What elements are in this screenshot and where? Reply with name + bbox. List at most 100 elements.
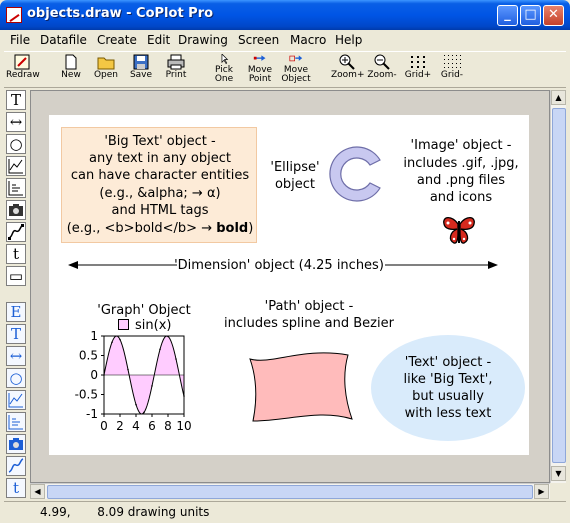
print-button[interactable]: Print xyxy=(161,53,191,87)
pick-one-button[interactable]: Pick One xyxy=(209,53,239,87)
path-label-line-2: includes spline and Bezier xyxy=(224,316,394,331)
edit-ellipse-tool[interactable]: ○ xyxy=(6,368,26,388)
scroll-right-button[interactable]: ▶ xyxy=(534,484,549,499)
edit-path-tool[interactable] xyxy=(6,456,26,476)
zoom-out-button[interactable]: Zoom- xyxy=(366,53,398,87)
redraw-button[interactable]: Redraw xyxy=(6,53,40,87)
graph-point xyxy=(175,358,177,360)
menu-datafile[interactable]: Datafile xyxy=(40,33,87,47)
redraw-icon xyxy=(14,54,30,70)
create-image-tool[interactable] xyxy=(6,200,26,220)
zoom-in-icon xyxy=(339,54,355,70)
open-button[interactable]: Open xyxy=(91,53,121,87)
graph-x-tick-label: 4 xyxy=(132,419,140,433)
graph-object[interactable]: 10.50-0.5-10 2 4 6 8 10 xyxy=(49,320,209,440)
create-path-tool[interactable] xyxy=(6,222,26,242)
ellipse-object[interactable] xyxy=(327,143,389,205)
edit-table-tool[interactable] xyxy=(6,412,26,432)
image-label-line-2: includes .gif, .jpg, xyxy=(403,156,519,171)
redraw-label: Redraw xyxy=(6,70,40,80)
drawing-canvas[interactable]: 'Big Text' object - any text in any obje… xyxy=(30,90,550,483)
edit-big-text-tool[interactable]: T xyxy=(6,324,26,344)
title-bar[interactable]: objects.draw - CoPlot Pro _ □ ✕ xyxy=(0,0,570,30)
menu-macro[interactable]: Macro xyxy=(290,33,326,47)
rectangle-tool-icon: ▭ xyxy=(8,267,24,285)
create-ellipse-tool[interactable]: ○ xyxy=(6,134,26,154)
grid-plus-button[interactable]: Grid+ xyxy=(403,53,433,87)
graph-tool-icon xyxy=(8,159,23,174)
close-button[interactable]: ✕ xyxy=(543,5,564,26)
create-dimension-tool[interactable]: ↔ xyxy=(6,112,26,132)
minimize-button[interactable]: _ xyxy=(497,5,518,26)
arrow-down-icon: ▼ xyxy=(555,469,562,478)
open-label: Open xyxy=(93,70,119,80)
dimension-label: 'Dimension' object (4.25 inches) xyxy=(174,258,384,273)
drawing-app-icon xyxy=(6,7,22,23)
create-rectangle-tool[interactable]: ▭ xyxy=(6,266,26,286)
graph-point xyxy=(127,368,129,371)
scroll-up-button[interactable]: ▲ xyxy=(551,90,566,105)
path-object[interactable] xyxy=(247,351,357,423)
create-table-tool[interactable] xyxy=(6,178,26,198)
status-bar: 4.99, 8.09 drawing units xyxy=(4,501,566,521)
edit-dimension-tool[interactable]: ↔ xyxy=(6,346,26,366)
text-label-line-3: but usually xyxy=(412,389,484,404)
new-label: New xyxy=(61,70,81,80)
big-text-line-5: and HTML tags xyxy=(111,203,209,218)
move-point-button[interactable]: Move Point xyxy=(244,53,276,87)
arrow-left-icon: ◀ xyxy=(34,487,41,496)
image-label-line-1: 'Image' object - xyxy=(410,138,512,153)
open-folder-icon xyxy=(97,57,115,70)
new-button[interactable]: New xyxy=(56,53,86,87)
horizontal-scrollbar[interactable]: ◀ ▶ xyxy=(30,483,550,499)
scroll-down-button[interactable]: ▼ xyxy=(551,466,566,481)
edit-image-tool[interactable] xyxy=(6,434,26,454)
drawing-page[interactable]: 'Big Text' object - any text in any obje… xyxy=(49,115,529,455)
zoom-in-button[interactable]: Zoom+ xyxy=(331,53,365,87)
graph-x-tick-label: 8 xyxy=(164,419,172,433)
scroll-left-button[interactable]: ◀ xyxy=(30,484,45,499)
menu-drawing[interactable]: Drawing xyxy=(178,33,228,47)
ellipse-tool-icon: ○ xyxy=(9,135,23,153)
vertical-scrollbar[interactable]: ▲ ▼ xyxy=(550,90,566,483)
graph-y-tick-label: 0.5 xyxy=(79,349,98,363)
grid-minus-button[interactable]: Grid- xyxy=(437,53,467,87)
big-text-object[interactable]: 'Big Text' object - any text in any obje… xyxy=(61,127,257,243)
text-object[interactable]: 'Text' object - like 'Big Text', but usu… xyxy=(371,335,525,441)
menu-edit[interactable]: Edit xyxy=(147,33,170,47)
close-icon: ✕ xyxy=(548,7,559,22)
menu-file[interactable]: File xyxy=(10,33,30,47)
graph-x-tick-label: 0 xyxy=(100,419,108,433)
big-text-line-2: any text in any object xyxy=(89,151,231,166)
print-label: Print xyxy=(165,70,187,80)
edit-camera-icon xyxy=(9,438,23,450)
butterfly-icon[interactable] xyxy=(442,215,476,247)
path-label-line-1: 'Path' object - xyxy=(264,299,354,314)
path-tool-icon xyxy=(8,224,24,240)
grid-icon xyxy=(444,55,461,68)
menu-create[interactable]: Create xyxy=(97,33,137,47)
maximize-button[interactable]: □ xyxy=(520,5,541,26)
edit-tool-icon: E xyxy=(10,303,22,321)
toolbar: Redraw New Open Save Print Pick One Move… xyxy=(4,51,566,88)
big-text-line-3: can have character entities xyxy=(70,168,250,183)
camera-tool-icon xyxy=(9,204,23,216)
vertical-scroll-thumb[interactable] xyxy=(552,108,566,463)
move-object-button[interactable]: Move Object xyxy=(279,53,313,87)
graph-point xyxy=(135,403,137,406)
menu-screen[interactable]: Screen xyxy=(238,33,279,47)
arrow-up-icon: ▲ xyxy=(555,93,562,102)
create-big-text-tool[interactable]: T xyxy=(6,90,26,110)
horizontal-scroll-thumb[interactable] xyxy=(47,485,533,499)
grid-minus-label: Grid- xyxy=(440,70,464,80)
new-file-icon xyxy=(65,54,77,70)
edit-tool[interactable]: E xyxy=(6,302,26,322)
edit-graph-tool[interactable] xyxy=(6,390,26,410)
save-button[interactable]: Save xyxy=(126,53,156,87)
edit-text-tool[interactable]: t xyxy=(6,478,26,498)
menu-help[interactable]: Help xyxy=(335,33,362,47)
big-text-line-6-pre: (e.g., <b>bold</b> → xyxy=(66,221,217,236)
create-text-tool[interactable]: t xyxy=(6,244,26,264)
arrow-right-icon: ▶ xyxy=(538,487,545,496)
create-graph-tool[interactable] xyxy=(6,156,26,176)
